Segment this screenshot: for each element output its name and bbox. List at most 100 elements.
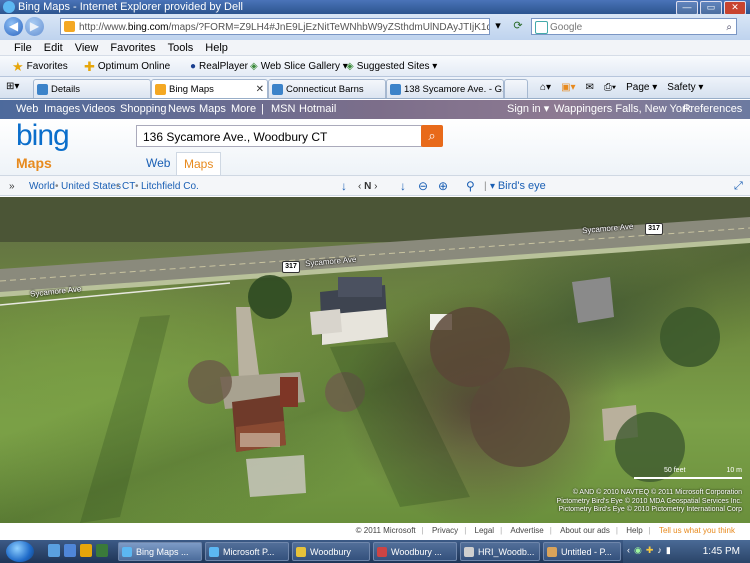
web-slice-icon: ◈ — [250, 61, 258, 72]
compass-control[interactable]: ‹ N › — [358, 176, 377, 197]
safety-menu[interactable]: Safety ▾ — [667, 79, 703, 97]
pedestrian-icon[interactable]: ⚲ — [466, 176, 475, 197]
fav-realplayer[interactable]: ● RealPlayer — [190, 56, 248, 77]
tab-138-sycamore[interactable]: 138 Sycamore Ave. - G... — [386, 79, 504, 98]
taskbar-untitled-paint[interactable]: Untitled - P... — [543, 542, 621, 561]
volume-icon[interactable]: ♪ — [657, 545, 662, 556]
nav-news[interactable]: News — [168, 100, 196, 119]
vertical-tab-web[interactable]: Web — [139, 152, 177, 174]
nav-images[interactable]: Images — [44, 100, 80, 119]
taskbar-woodbury[interactable]: Woodbury — [292, 542, 370, 561]
security-icon[interactable]: ✚ — [646, 545, 654, 556]
breadcrumb-litchfield[interactable]: Litchfield Co. — [141, 176, 199, 197]
taskbar-hri-woodbury[interactable]: HRI_Woodb... — [460, 542, 540, 561]
chevron-left-icon[interactable]: ‹ — [627, 545, 630, 556]
footer-advertise[interactable]: Advertise — [510, 526, 543, 535]
nav-hotmail[interactable]: Hotmail — [299, 100, 336, 119]
folder-quicklaunch-icon[interactable] — [80, 544, 92, 557]
aerial-map[interactable]: Sycamore Ave Sycamore Ave Sycamore Ave 3… — [0, 197, 750, 523]
birdseye-dropdown[interactable]: ▾ Bird's eye — [490, 176, 546, 197]
media-quicklaunch-icon[interactable] — [96, 544, 108, 557]
ie-quicklaunch-icon[interactable] — [64, 544, 76, 557]
feeds-icon[interactable]: ▣▾ — [561, 79, 575, 97]
bing-header: bing Maps 136 Sycamore Ave., Woodbury CT… — [0, 119, 750, 175]
minimize-button[interactable]: — — [676, 1, 698, 15]
search-button[interactable]: ⌕ — [421, 125, 443, 147]
nav-msn[interactable]: MSN — [271, 100, 295, 119]
footer-feedback[interactable]: Tell us what you think — [659, 526, 735, 535]
search-icon[interactable]: ⌕ — [726, 19, 732, 36]
zoom-out-icon[interactable]: ⊖ — [418, 176, 428, 197]
map-search-input[interactable]: 136 Sycamore Ave., Woodbury CT — [136, 125, 422, 147]
quick-tabs-icon[interactable]: ⊞▾ — [6, 81, 19, 92]
nav-more[interactable]: More — [231, 100, 256, 119]
route-317-shield: 317 — [645, 223, 663, 235]
taskbar-microsoft[interactable]: Microsoft P... — [205, 542, 289, 561]
new-tab-button[interactable] — [504, 79, 528, 98]
nav-shopping[interactable]: Shopping — [120, 100, 167, 119]
footer-privacy[interactable]: Privacy — [432, 526, 458, 535]
back-button[interactable]: ◀ — [4, 17, 23, 36]
clock[interactable]: 1:45 PM — [703, 540, 740, 563]
preferences-link[interactable]: Preferences — [683, 100, 742, 119]
footer-help[interactable]: Help — [626, 526, 642, 535]
url-field[interactable]: http://www.bing.com/maps/?FORM=Z9LH4#JnE… — [60, 18, 490, 35]
tab-bing-maps[interactable]: Bing Maps ✕ — [151, 79, 268, 98]
tab-details[interactable]: Details — [33, 79, 151, 98]
expand-map-icon[interactable]: ⤢ — [734, 176, 743, 197]
breadcrumb-united-states[interactable]: United States — [61, 176, 121, 197]
network-icon[interactable]: ◉ — [634, 545, 642, 556]
google-icon — [535, 21, 548, 34]
zoom-in-icon[interactable]: ⊕ — [438, 176, 448, 197]
forward-button[interactable]: ▶ — [25, 17, 44, 36]
breadcrumb-world[interactable]: World — [29, 176, 55, 197]
footer-about-ads[interactable]: About our ads — [560, 526, 610, 535]
menu-view[interactable]: View — [75, 40, 99, 55]
vertical-tab-maps[interactable]: Maps — [176, 152, 222, 175]
show-desktop-icon[interactable] — [48, 544, 60, 557]
menu-favorites[interactable]: Favorites — [110, 40, 155, 55]
menu-file[interactable]: File — [14, 40, 32, 55]
url-prefix: http://www. — [79, 22, 128, 33]
nav-maps[interactable]: Maps — [199, 100, 226, 119]
search-input[interactable]: Google ⌕ — [531, 18, 737, 35]
menu-help[interactable]: Help — [205, 40, 228, 55]
start-button[interactable] — [6, 541, 34, 562]
mail-icon[interactable]: ✉ — [586, 79, 594, 97]
sign-in-link[interactable]: Sign in ▾ — [507, 100, 549, 119]
fav-web-slice-gallery[interactable]: ◈ Web Slice Gallery ▾ — [250, 56, 348, 77]
menu-tools[interactable]: Tools — [168, 40, 194, 55]
taskbar-woodbury-2[interactable]: Woodbury ... — [373, 542, 457, 561]
breadcrumb-ct[interactable]: CT — [122, 176, 135, 197]
print-icon[interactable]: ⎙▾ — [604, 79, 616, 97]
page-menu[interactable]: Page ▾ — [626, 79, 657, 97]
nav-web[interactable]: Web — [16, 100, 38, 119]
favorites-button[interactable]: ★ Favorites — [12, 56, 68, 77]
nav-videos[interactable]: Videos — [82, 100, 115, 119]
expand-panel-icon[interactable]: » — [9, 176, 15, 197]
fav-optimum-online[interactable]: ✚ Optimum Online — [84, 56, 170, 77]
tab-bar: ⊞▾ Details Bing Maps ✕ Connecticut Barns … — [0, 77, 750, 99]
bing-logo[interactable]: bing — [16, 119, 70, 153]
taskbar-bing-maps[interactable]: Bing Maps ... — [118, 542, 202, 561]
footer-legal[interactable]: Legal — [475, 526, 495, 535]
refresh-icon[interactable]: ⟳ — [510, 18, 526, 34]
rotate-left-icon[interactable]: ↓ — [341, 176, 347, 197]
power-icon[interactable]: ▮ — [666, 545, 671, 556]
menu-edit[interactable]: Edit — [44, 40, 63, 55]
rotate-right-icon[interactable]: ↓ — [400, 176, 406, 197]
maximize-button[interactable]: ▭ — [700, 1, 722, 15]
document-icon — [464, 547, 474, 557]
home-icon[interactable]: ⌂▾ — [540, 79, 551, 97]
close-button[interactable]: ✕ — [724, 1, 746, 15]
image-app-icon — [377, 547, 387, 557]
fav-suggested-sites[interactable]: ◈ Suggested Sites ▾ — [346, 56, 437, 77]
tab-label: Details — [51, 84, 81, 95]
ie-tab-icon — [272, 84, 283, 95]
map-toolbar: » World • United States • CT • Litchfiel… — [0, 175, 750, 196]
dropdown-arrow-icon[interactable]: ▾ — [490, 18, 506, 34]
close-tab-icon[interactable]: ✕ — [256, 80, 264, 98]
location-link[interactable]: Wappingers Falls, New York — [554, 100, 691, 119]
neighbor-house-roof — [572, 277, 614, 323]
tab-connecticut-barns[interactable]: Connecticut Barns — [268, 79, 386, 98]
